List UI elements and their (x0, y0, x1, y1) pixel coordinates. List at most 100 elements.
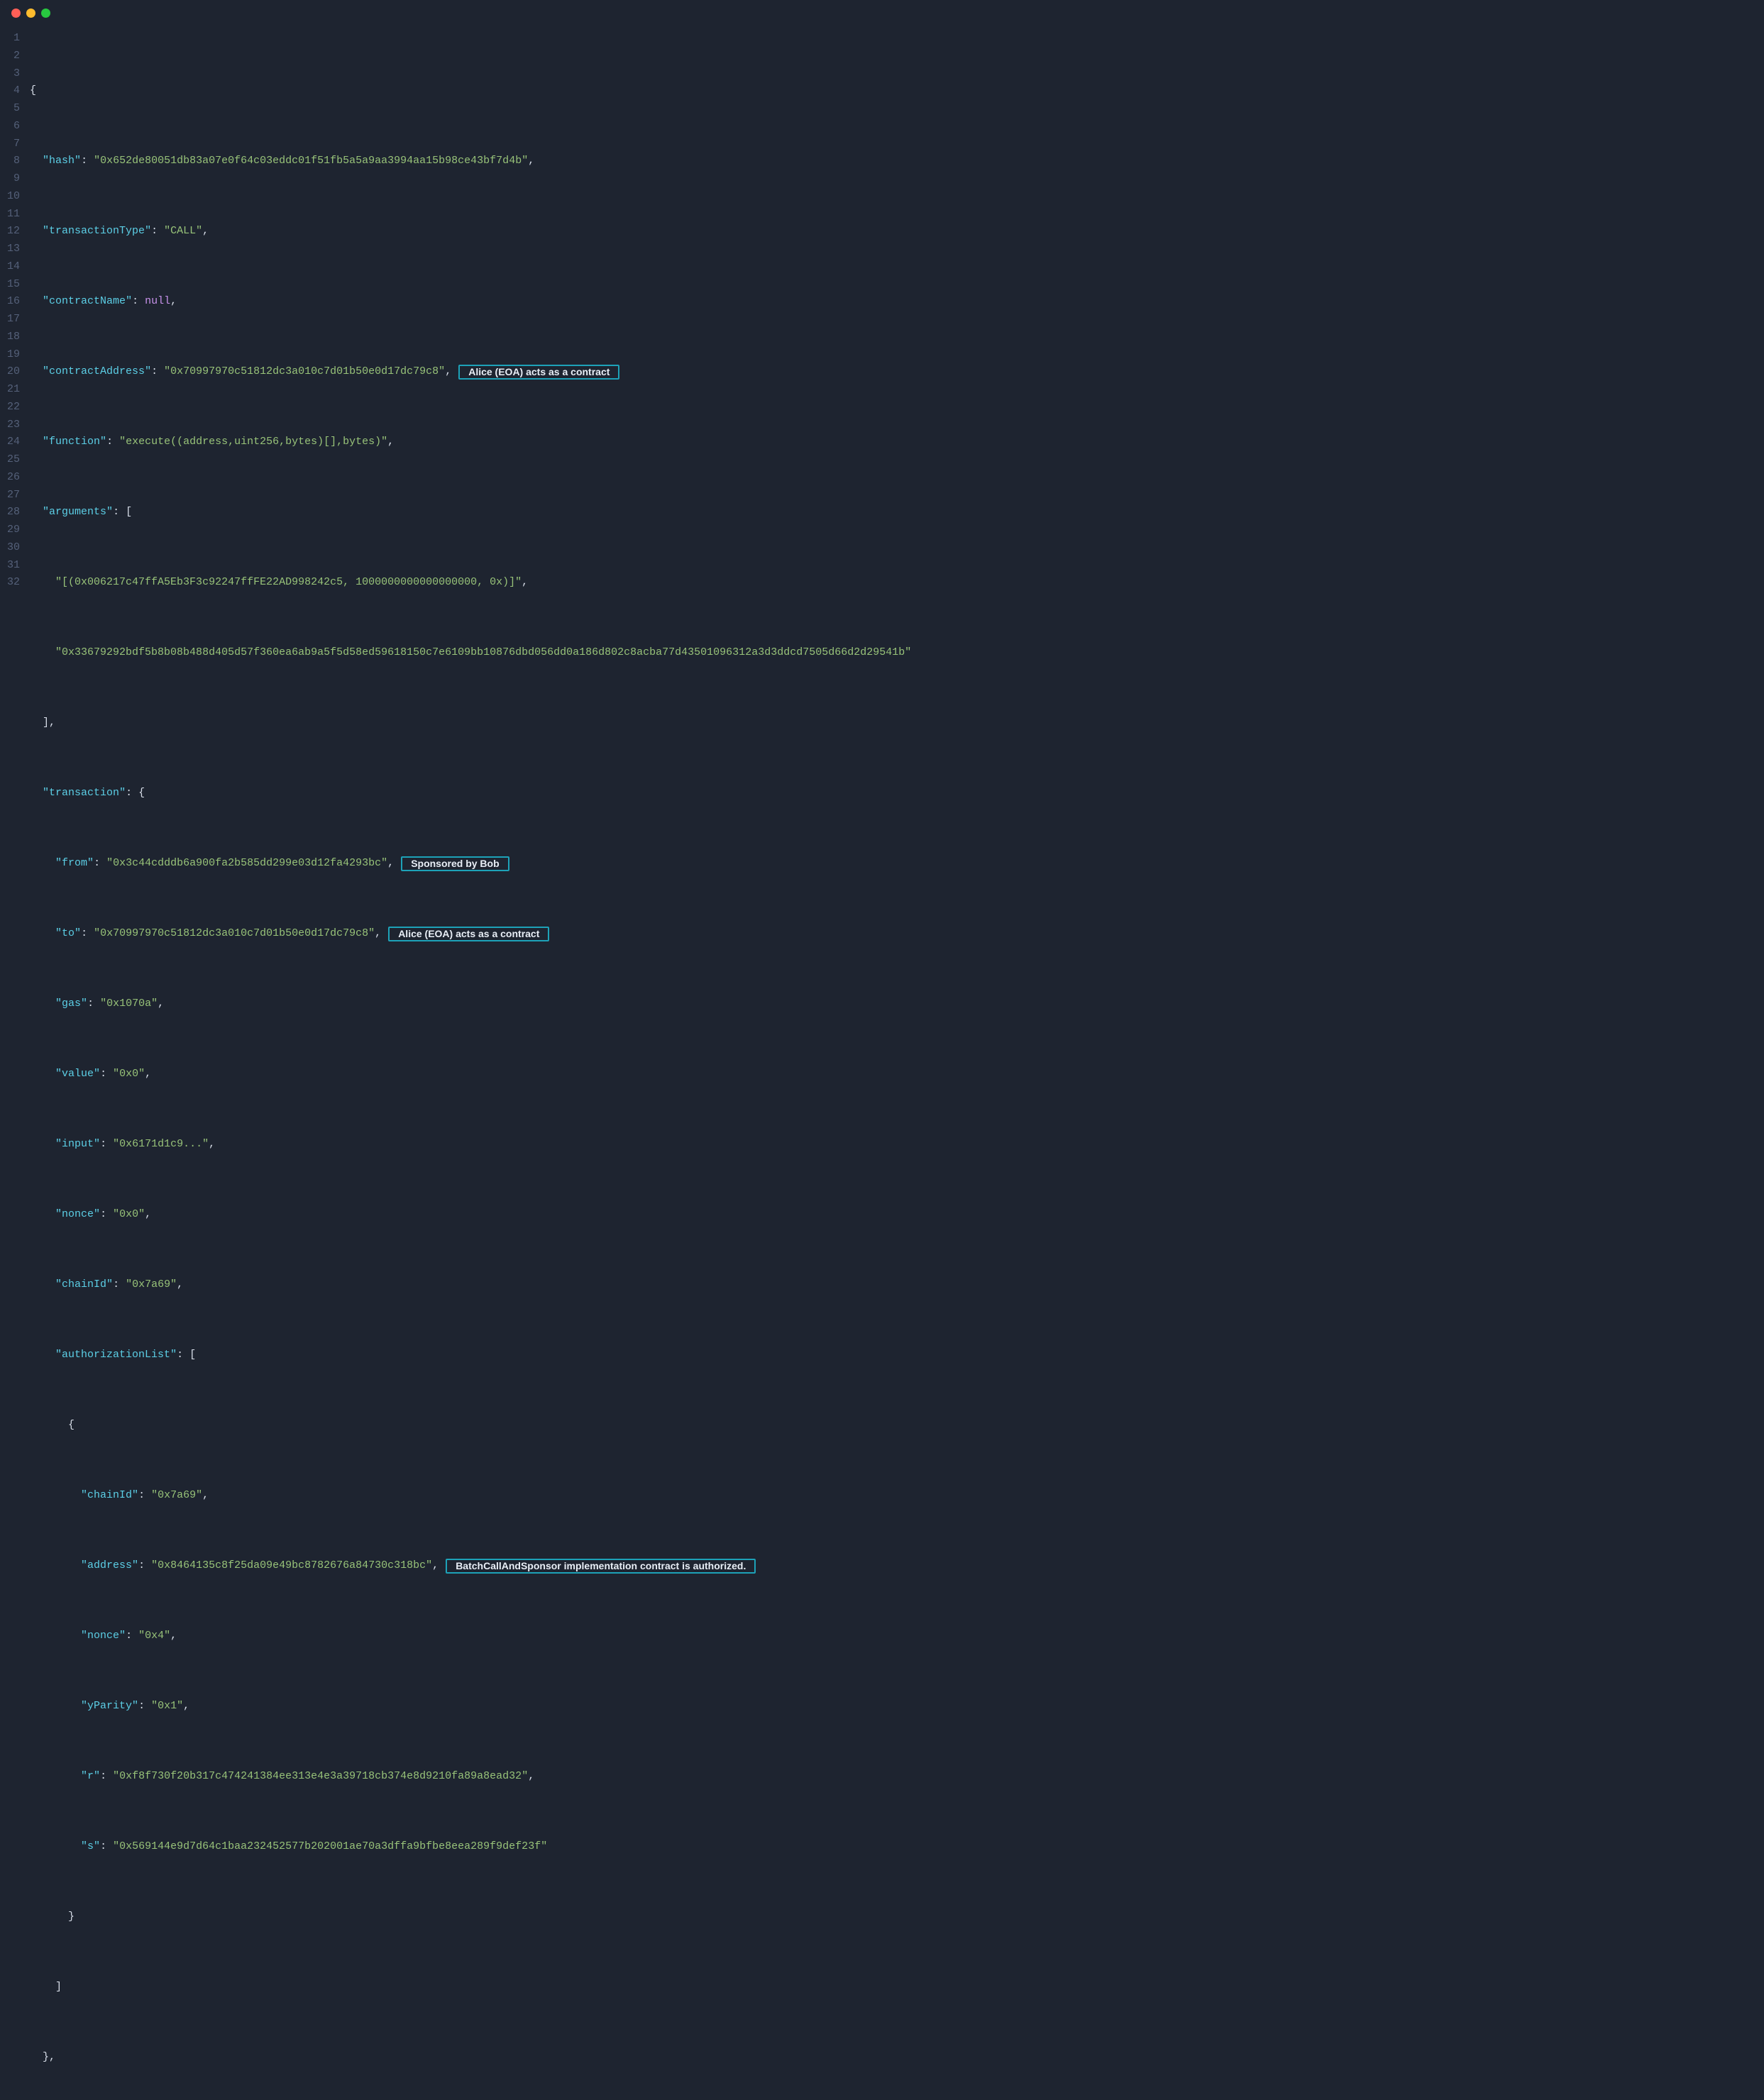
code-line: { (30, 1417, 1764, 1435)
line-number: 1 (7, 30, 20, 48)
line-number: 10 (7, 188, 20, 206)
json-string: 0x7a69 (132, 1278, 170, 1291)
json-string: 0xf8f730f20b317c474241384ee313e4e3a39718… (119, 1770, 522, 1782)
code-line: ] (30, 1979, 1764, 1996)
code-line: "gas": "0x1070a", (30, 995, 1764, 1013)
json-string: 0x70997970c51812dc3a010c7d01b50e0d17dc79… (100, 927, 368, 939)
line-number: 17 (7, 311, 20, 328)
line-number: 2 (7, 48, 20, 65)
code-line: }, (30, 2049, 1764, 2067)
minimize-icon[interactable] (26, 9, 35, 18)
json-string: CALL (170, 225, 196, 237)
code-line: "contractAddress": "0x70997970c51812dc3a… (30, 363, 1764, 381)
code-block: { "hash": "0x652de80051db83a07e0f64c03ed… (30, 30, 1764, 2100)
code-line: "contractName": null, (30, 293, 1764, 311)
json-key: yParity (87, 1700, 132, 1712)
json-key: hash (49, 155, 75, 167)
line-number: 14 (7, 258, 20, 276)
json-string: [(0x006217c47ffA5Eb3F3c92247ffFE22AD9982… (62, 576, 515, 588)
json-key: arguments (49, 506, 106, 518)
json-string: 0x7a69 (158, 1489, 196, 1501)
line-number: 22 (7, 399, 20, 416)
code-line: "s": "0x569144e9d7d64c1baa232452577b2020… (30, 1838, 1764, 1856)
json-key: to (62, 927, 75, 939)
callout-batch: BatchCallAndSponsor implementation contr… (446, 1559, 756, 1574)
json-string: 0x1070a (106, 998, 151, 1010)
code-line: ], (30, 714, 1764, 732)
line-number: 13 (7, 241, 20, 258)
line-number: 5 (7, 100, 20, 118)
json-string: 0x8464135c8f25da09e49bc8782676a84730c318… (158, 1559, 426, 1571)
line-number: 28 (7, 504, 20, 521)
json-key: function (49, 436, 100, 448)
line-number: 16 (7, 293, 20, 311)
code-line: "hash": "0x652de80051db83a07e0f64c03eddc… (30, 153, 1764, 170)
line-number: 29 (7, 521, 20, 539)
line-number-gutter: 1 2 3 4 5 6 7 8 9 10 11 12 13 14 15 16 1… (0, 30, 30, 2100)
callout-bob: Sponsored by Bob (401, 856, 509, 872)
line-number: 20 (7, 363, 20, 381)
line-number: 26 (7, 469, 20, 487)
json-key: input (62, 1138, 94, 1150)
json-string: 0x33679292bdf5b8b08b488d405d57f360ea6ab9… (62, 646, 905, 658)
callout-alice-to: Alice (EOA) acts as a contract (388, 927, 549, 942)
line-number: 21 (7, 381, 20, 399)
line-number: 4 (7, 82, 20, 100)
line-number: 27 (7, 487, 20, 504)
line-number: 8 (7, 153, 20, 170)
json-string: 0x4 (145, 1630, 164, 1642)
line-number: 12 (7, 223, 20, 241)
line-number: 23 (7, 416, 20, 434)
code-line: "authorizationList": [ (30, 1347, 1764, 1364)
code-window: 1 2 3 4 5 6 7 8 9 10 11 12 13 14 15 16 1… (0, 0, 1764, 2100)
json-key: value (62, 1068, 94, 1080)
line-number: 9 (7, 170, 20, 188)
code-line: "nonce": "0x0", (30, 1206, 1764, 1224)
json-null: null (145, 293, 170, 311)
code-line: } (30, 1908, 1764, 1926)
json-key: gas (62, 998, 81, 1010)
code-line: "nonce": "0x4", (30, 1628, 1764, 1645)
json-string: 0x0 (119, 1068, 138, 1080)
json-string: 0x70997970c51812dc3a010c7d01b50e0d17dc79… (170, 365, 439, 377)
json-key: nonce (87, 1630, 119, 1642)
code-line: "to": "0x70997970c51812dc3a010c7d01b50e0… (30, 925, 1764, 943)
code-line: "0x33679292bdf5b8b08b488d405d57f360ea6ab… (30, 644, 1764, 662)
code-area: 1 2 3 4 5 6 7 8 9 10 11 12 13 14 15 16 1… (0, 26, 1764, 2100)
code-line: "[(0x006217c47ffA5Eb3F3c92247ffFE22AD998… (30, 574, 1764, 592)
code-line: "chainId": "0x7a69", (30, 1276, 1764, 1294)
code-line: "transactionType": "CALL", (30, 223, 1764, 241)
line-number: 7 (7, 136, 20, 153)
json-string: 0x6171d1c9... (119, 1138, 202, 1150)
json-string: 0x0 (119, 1208, 138, 1220)
json-key: transaction (49, 787, 119, 799)
code-line: "r": "0xf8f730f20b317c474241384ee313e4e3… (30, 1768, 1764, 1786)
line-number: 30 (7, 539, 20, 557)
json-key: chainId (62, 1278, 106, 1291)
line-number: 15 (7, 276, 20, 294)
code-line: "chainId": "0x7a69", (30, 1487, 1764, 1505)
titlebar (0, 0, 1764, 26)
json-key: r (87, 1770, 94, 1782)
line-number: 24 (7, 433, 20, 451)
code-line: { (30, 82, 1764, 100)
close-icon[interactable] (11, 9, 21, 18)
code-line: "arguments": [ (30, 504, 1764, 521)
json-string: 0x569144e9d7d64c1baa232452577b202001ae70… (119, 1840, 541, 1852)
code-line: "from": "0x3c44cdddb6a900fa2b585dd299e03… (30, 855, 1764, 873)
line-number: 32 (7, 574, 20, 592)
json-string: execute((address,uint256,bytes)[],bytes) (126, 436, 381, 448)
code-line: "yParity": "0x1", (30, 1698, 1764, 1715)
line-number: 6 (7, 118, 20, 136)
json-key: contractName (49, 295, 126, 307)
json-key: authorizationList (62, 1349, 170, 1361)
code-line: "value": "0x0", (30, 1066, 1764, 1083)
json-key: nonce (62, 1208, 94, 1220)
zoom-icon[interactable] (41, 9, 50, 18)
json-key: transactionType (49, 225, 145, 237)
line-number: 3 (7, 65, 20, 83)
code-line: "input": "0x6171d1c9...", (30, 1136, 1764, 1154)
line-number: 11 (7, 206, 20, 223)
code-line: "function": "execute((address,uint256,by… (30, 433, 1764, 451)
json-key: from (62, 857, 87, 869)
